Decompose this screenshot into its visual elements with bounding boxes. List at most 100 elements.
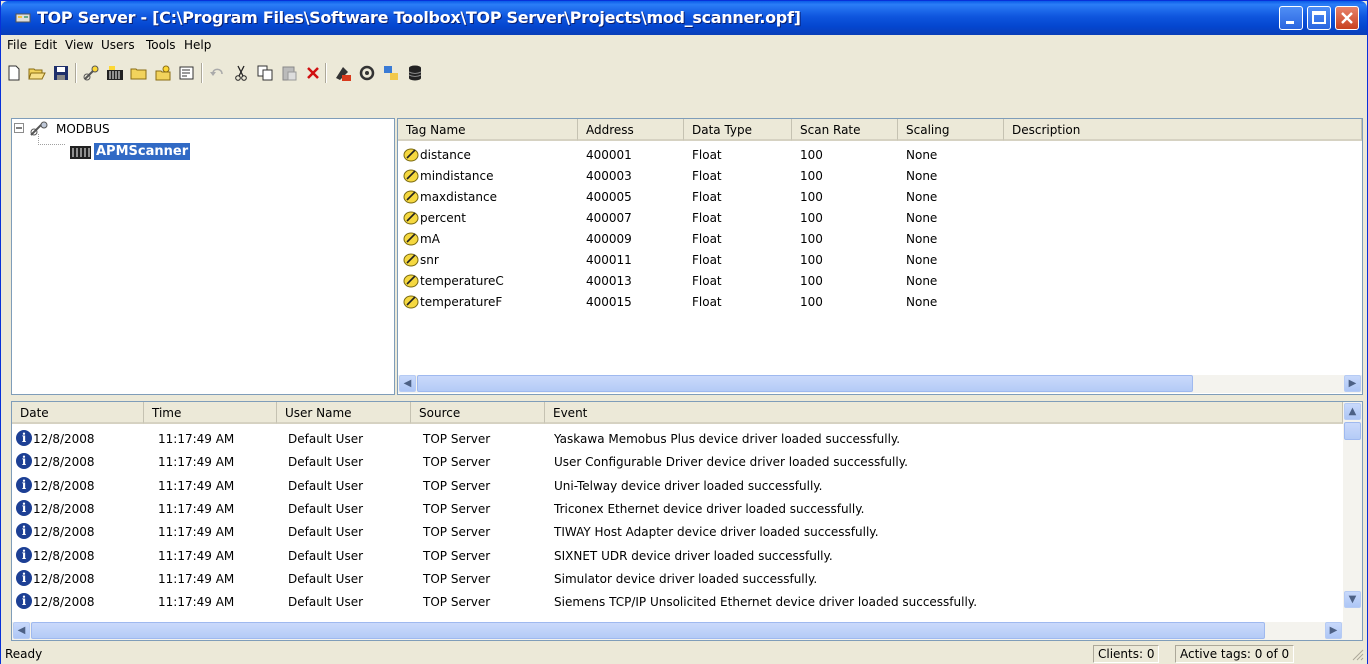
tag-cell: 400011 — [586, 253, 632, 267]
title-bar[interactable]: TOP Server - [C:\Program Files\Software … — [1, 1, 1367, 35]
new-icon — [8, 65, 20, 81]
collapse-icon[interactable] — [14, 123, 26, 135]
tag-name-cell[interactable]: percent — [420, 211, 466, 225]
undo-button[interactable] — [205, 61, 229, 85]
properties-button[interactable] — [175, 61, 199, 85]
maximize-button[interactable] — [1307, 6, 1331, 30]
tree-lines — [38, 134, 66, 145]
event-date-cell: 12/8/2008 — [33, 432, 95, 446]
new-tag-group-button[interactable] — [127, 61, 151, 85]
scroll-right-button[interactable]: ▶ — [1344, 375, 1361, 392]
tag-cell: Float — [692, 148, 722, 162]
event-date-cell: 12/8/2008 — [33, 455, 95, 470]
tag-name-cell[interactable]: distance — [420, 148, 471, 162]
device-icon — [70, 146, 91, 159]
new-device-button[interactable] — [103, 61, 127, 85]
event-time-cell: 11:17:49 AM — [158, 501, 235, 516]
event-date-cell: 12/8/2008 — [33, 548, 95, 563]
event-scroll-right-button[interactable]: ▶ — [1325, 622, 1342, 639]
copy-icon — [257, 65, 273, 81]
menu-file[interactable]: File — [7, 38, 27, 52]
project-tree[interactable]: MODBUS APMScanner — [11, 118, 395, 395]
tag-name-cell[interactable]: mA — [420, 232, 440, 246]
tag-name-cell[interactable]: maxdistance — [420, 190, 497, 204]
menu-tools[interactable]: Tools — [146, 38, 176, 52]
new-tag-button[interactable] — [151, 61, 175, 85]
scroll-thumb[interactable] — [417, 375, 1193, 392]
menu-users[interactable]: Users — [101, 38, 135, 52]
event-log[interactable]: Date Time User Name Source Event i 12/8/2… — [11, 401, 1363, 641]
new-button[interactable] — [2, 61, 26, 85]
database-button[interactable] — [403, 61, 427, 85]
minimize-button[interactable] — [1279, 6, 1303, 30]
col-data-type[interactable]: Data Type — [684, 119, 792, 141]
runtime-disconnect-button[interactable] — [379, 61, 403, 85]
col-scan-rate[interactable]: Scan Rate — [792, 119, 898, 141]
col-source[interactable]: Source — [411, 402, 545, 424]
col-scaling[interactable]: Scaling — [898, 119, 1004, 141]
col-event[interactable]: Event — [545, 402, 1343, 424]
main-window: TOP Server - [C:\Program Files\Software … — [0, 0, 1368, 664]
tree-device-apmscanner[interactable]: APMScanner — [94, 143, 191, 160]
save-button[interactable] — [49, 61, 73, 85]
tag-cell: 400013 — [586, 274, 632, 288]
new-channel-icon — [83, 65, 99, 81]
tag-icon — [403, 211, 419, 225]
col-description[interactable]: Description — [1004, 119, 1362, 141]
event-hscroll-thumb[interactable] — [31, 622, 1265, 639]
quick-client-button[interactable] — [331, 61, 355, 85]
tag-name-cell[interactable]: temperatureF — [420, 295, 502, 309]
close-button[interactable] — [1335, 6, 1359, 30]
scroll-down-button[interactable]: ▼ — [1344, 591, 1361, 608]
database-icon — [408, 65, 422, 81]
tag-name-cell[interactable]: snr — [420, 253, 439, 267]
scroll-up-button[interactable]: ▲ — [1344, 403, 1361, 420]
event-time-cell: 11:17:49 AM — [158, 595, 235, 610]
tag-list[interactable]: Tag Name Address Data Type Scan Rate Sca… — [397, 118, 1363, 395]
event-time-cell: 11:17:49 AM — [158, 432, 235, 446]
paste-icon — [282, 66, 297, 81]
col-user-name[interactable]: User Name — [277, 402, 411, 424]
tag-cell: None — [906, 232, 938, 246]
menu-edit[interactable]: Edit — [34, 38, 57, 52]
event-scroll-thumb[interactable] — [1344, 422, 1361, 440]
tag-name-cell[interactable]: mindistance — [420, 169, 493, 183]
resize-grip-icon[interactable] — [1351, 648, 1365, 662]
col-address[interactable]: Address — [578, 119, 684, 141]
col-date[interactable]: Date — [12, 402, 144, 424]
tag-cell: 100 — [800, 148, 823, 162]
cut-button[interactable] — [229, 61, 253, 85]
tag-name-cell[interactable]: temperatureC — [420, 274, 504, 288]
delete-button[interactable] — [301, 61, 325, 85]
paste-button[interactable] — [277, 61, 301, 85]
menu-help[interactable]: Help — [184, 38, 211, 52]
tag-cell: 400015 — [586, 295, 632, 309]
menu-bar: File Edit View Users Tools Help — [1, 35, 1367, 57]
tag-icon — [403, 253, 419, 267]
col-tag-name[interactable]: Tag Name — [398, 119, 578, 141]
info-icon: i — [16, 569, 32, 586]
menu-view[interactable]: View — [65, 38, 93, 52]
new-channel-button[interactable] — [79, 61, 103, 85]
event-source-cell: TOP Server — [423, 478, 491, 493]
runtime-connect-icon — [359, 65, 375, 81]
app-icon — [15, 13, 31, 23]
tag-cell: Float — [692, 232, 722, 246]
save-icon — [54, 66, 68, 80]
event-scroll-left-button[interactable]: ◀ — [13, 622, 30, 639]
tag-hscrollbar[interactable]: ◀ ▶ — [398, 375, 1362, 393]
col-time[interactable]: Time — [144, 402, 277, 424]
event-time-cell: 11:17:49 AM — [158, 478, 235, 493]
event-hscrollbar[interactable]: ◀ ▶ — [12, 622, 1362, 640]
open-icon — [28, 68, 46, 80]
status-bar: Ready Clients: 0 Active tags: 0 of 0 — [1, 643, 1367, 664]
runtime-disconnect-icon — [384, 66, 398, 80]
scroll-left-button[interactable]: ◀ — [399, 375, 416, 392]
open-button[interactable] — [25, 61, 49, 85]
window-title: TOP Server - [C:\Program Files\Software … — [37, 8, 801, 27]
event-vscrollbar[interactable]: ▲ ▼ — [1343, 402, 1362, 622]
event-time-cell: 11:17:49 AM — [158, 525, 235, 540]
copy-button[interactable] — [253, 61, 277, 85]
event-source-cell: TOP Server — [423, 595, 491, 610]
runtime-connect-button[interactable] — [355, 61, 379, 85]
